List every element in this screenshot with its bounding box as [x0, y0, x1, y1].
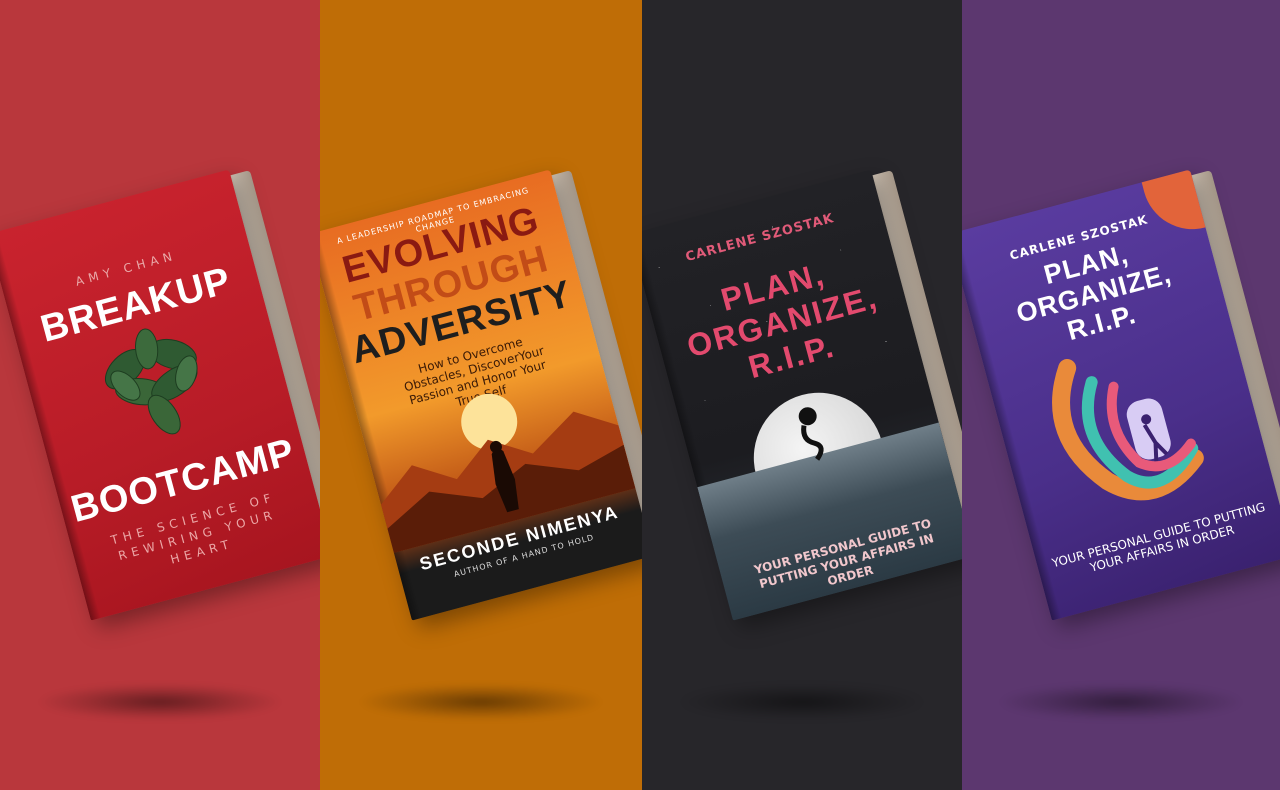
book-cover: CARLENE SZOSTAK PLAN, ORGANIZE, R.I.P. Y…	[962, 169, 1280, 621]
book-cover-showcase: AMY CHAN BREAKUP BOOTCAMP THE SCIENCE OF…	[0, 0, 1280, 790]
book-cover: A LEADERSHIP ROADMAP TO EMBRACING CHANGE…	[320, 169, 642, 621]
book-plan-organize-rip-purple: CARLENE SZOSTAK PLAN, ORGANIZE, R.I.P. Y…	[962, 169, 1280, 621]
panel-plan-organize-rip-purple: CARLENE SZOSTAK PLAN, ORGANIZE, R.I.P. Y…	[962, 0, 1280, 790]
panel-evolving-through-adversity: A LEADERSHIP ROADMAP TO EMBRACING CHANGE…	[320, 0, 642, 790]
leaf-heart-icon	[104, 328, 198, 435]
book-cover: CARLENE SZOSTAK PLAN, ORGANIZE, R.I.P. Y…	[642, 169, 962, 621]
book-shadow	[40, 684, 280, 720]
book-breakup-bootcamp: AMY CHAN BREAKUP BOOTCAMP THE SCIENCE OF…	[0, 169, 320, 621]
book-plan-organize-rip-dark: CARLENE SZOSTAK PLAN, ORGANIZE, R.I.P. Y…	[642, 169, 962, 621]
book-cover: AMY CHAN BREAKUP BOOTCAMP THE SCIENCE OF…	[0, 169, 320, 621]
book-shadow	[682, 684, 922, 720]
book-evolving-through-adversity: A LEADERSHIP ROADMAP TO EMBRACING CHANGE…	[320, 169, 642, 621]
book-shadow	[1001, 684, 1241, 720]
panel-plan-organize-rip-dark: CARLENE SZOSTAK PLAN, ORGANIZE, R.I.P. Y…	[642, 0, 962, 790]
panel-breakup-bootcamp: AMY CHAN BREAKUP BOOTCAMP THE SCIENCE OF…	[0, 0, 320, 790]
book-shadow	[361, 684, 601, 720]
